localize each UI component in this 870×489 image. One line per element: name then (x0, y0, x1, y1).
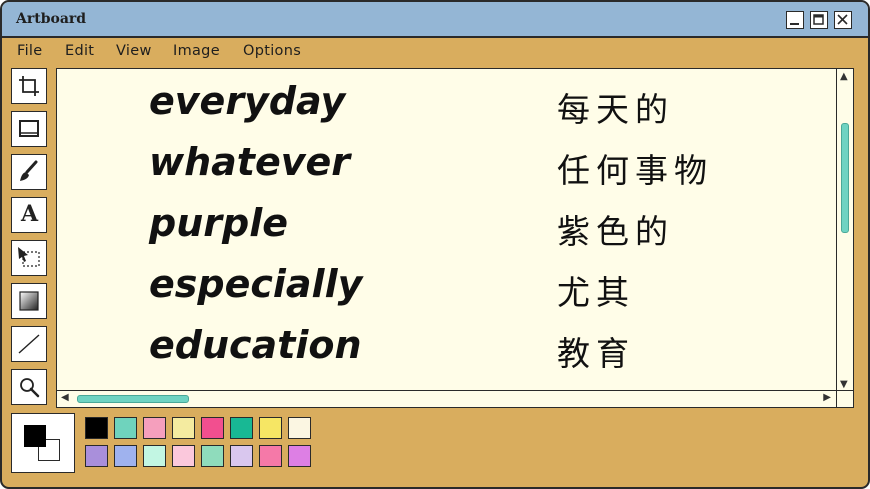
maximize-icon (813, 14, 824, 25)
brush-icon (20, 160, 38, 181)
zoom-tool[interactable] (11, 369, 47, 405)
foreground-color[interactable] (24, 425, 46, 447)
drawing-canvas[interactable]: everyday 每天的 whatever 任何事物 purple 紫色的 es… (56, 68, 854, 408)
vocab-word-chinese: 紫色的 (557, 212, 674, 251)
vocab-word-english: education (149, 323, 362, 367)
menu-edit[interactable]: Edit (65, 43, 94, 59)
crop-icon (19, 76, 39, 96)
color-swatch[interactable] (114, 445, 137, 467)
vocab-word-chinese: 任何事物 (557, 151, 713, 190)
menu-bar: File Edit View Image Options (2, 38, 868, 66)
vertical-scroll-thumb[interactable] (841, 123, 849, 233)
color-swatch[interactable] (85, 445, 108, 467)
horizontal-scroll-thumb[interactable] (77, 395, 189, 403)
vocab-word-chinese: 教育 (557, 334, 635, 373)
current-colors[interactable] (11, 413, 75, 473)
crop-tool[interactable] (11, 68, 47, 104)
minimize-button[interactable] (786, 11, 804, 29)
color-swatch[interactable] (143, 417, 166, 439)
color-swatch[interactable] (143, 445, 166, 467)
gradient-icon (19, 291, 39, 311)
menu-view[interactable]: View (116, 43, 152, 59)
color-swatch[interactable] (201, 445, 224, 467)
gradient-tool[interactable] (11, 283, 47, 319)
text-tool[interactable]: A (11, 197, 47, 233)
line-tool[interactable] (11, 326, 47, 362)
color-swatch[interactable] (288, 417, 311, 439)
line-icon (18, 334, 40, 354)
color-swatch[interactable] (288, 445, 311, 467)
color-swatch[interactable] (259, 445, 282, 467)
scrollbar-corner (836, 390, 853, 407)
text-icon: A (21, 201, 39, 227)
color-swatch[interactable] (114, 417, 137, 439)
color-swatch[interactable] (230, 445, 253, 467)
vocab-word-english: whatever (149, 140, 351, 184)
color-swatch[interactable] (85, 417, 108, 439)
scroll-down-icon[interactable]: ▼ (840, 379, 848, 390)
rectangle-icon (19, 120, 39, 137)
window-title: Artboard (16, 11, 87, 27)
close-button[interactable] (834, 11, 852, 29)
scroll-right-icon[interactable]: ▶ (823, 392, 831, 403)
rectangle-tool[interactable] (11, 111, 47, 147)
app-window: Artboard File Edit View Image Options A (0, 0, 870, 489)
horizontal-scrollbar[interactable]: ◀ ▶ (57, 390, 853, 407)
menu-options[interactable]: Options (243, 43, 301, 59)
vocab-word-english: purple (149, 201, 288, 245)
color-swatch[interactable] (172, 417, 195, 439)
select-tool[interactable] (11, 240, 47, 276)
menu-image[interactable]: Image (173, 43, 220, 59)
select-icon (18, 247, 40, 267)
color-swatch[interactable] (259, 417, 282, 439)
minimize-icon (790, 23, 799, 25)
vocab-word-chinese: 每天的 (557, 90, 674, 129)
vertical-scrollbar[interactable]: ▲ ▼ (836, 69, 853, 392)
brush-tool[interactable] (11, 154, 47, 190)
zoom-icon (20, 378, 40, 398)
vocab-word-english: especially (149, 262, 363, 306)
vocab-word-english: everyday (149, 79, 346, 123)
scroll-up-icon[interactable]: ▲ (840, 71, 848, 82)
close-icon (837, 14, 848, 25)
maximize-button[interactable] (810, 11, 828, 29)
scroll-left-icon[interactable]: ◀ (61, 392, 69, 403)
color-swatch[interactable] (230, 417, 253, 439)
menu-file[interactable]: File (17, 43, 42, 59)
color-swatch[interactable] (201, 417, 224, 439)
vocab-word-chinese: 尤其 (557, 273, 635, 312)
color-swatch[interactable] (172, 445, 195, 467)
title-bar[interactable]: Artboard (2, 2, 868, 38)
